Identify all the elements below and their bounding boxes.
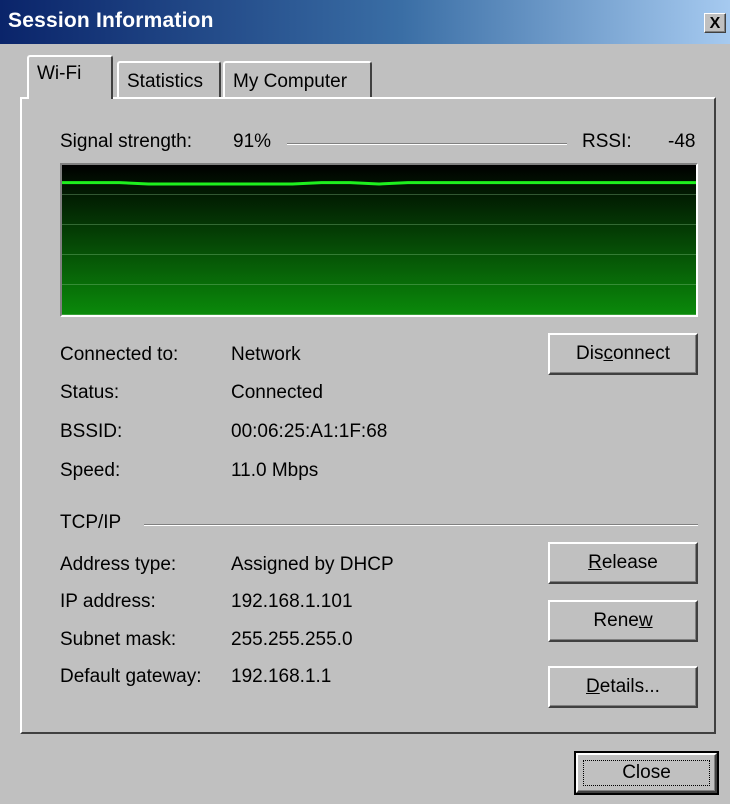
renew-button[interactable]: Renew [548,600,698,642]
subnet-mask-value: 255.255.255.0 [231,629,353,650]
ip-address-label: IP address: [60,591,156,612]
close-icon: X [709,15,721,32]
default-gateway-value: 192.168.1.1 [231,666,332,687]
bssid-value: 00:06:25:A1:1F:68 [231,421,388,442]
signal-graph [60,163,698,317]
address-type-value: Assigned by DHCP [231,554,394,575]
connected-to-value: Network [231,344,301,365]
disconnect-button-label: Disconnect [576,343,670,364]
window-close-button[interactable]: X [704,13,726,33]
title-bar: Session Information X [0,0,730,44]
ip-address-value: 192.168.1.101 [231,591,353,612]
signal-divider [287,143,567,145]
signal-strength-line [62,181,696,186]
tab-wifi-label: Wi-Fi [37,63,82,84]
signal-strength-value: 91% [233,131,272,152]
status-label: Status: [60,382,120,403]
default-gateway-label: Default gateway: [60,666,202,687]
details-button[interactable]: Details... [548,666,698,708]
tcpip-section-label: TCP/IP [60,512,122,533]
disconnect-button[interactable]: Disconnect [548,333,698,375]
close-button-label: Close [622,762,671,783]
release-button-label: Release [588,552,658,573]
speed-label: Speed: [60,460,121,481]
release-button[interactable]: Release [548,542,698,584]
tcpip-divider [144,524,698,526]
tab-wifi[interactable]: Wi-Fi [27,55,113,99]
subnet-mask-label: Subnet mask: [60,629,177,650]
details-button-label: Details... [586,676,660,697]
signal-graph-background [62,165,696,315]
rssi-value: -48 [668,131,696,152]
tab-statistics[interactable]: Statistics [117,61,221,99]
tab-statistics-label: Statistics [127,71,204,92]
bssid-label: BSSID: [60,421,123,442]
tab-my-computer-label: My Computer [233,71,348,92]
connected-to-label: Connected to: [60,344,179,365]
status-value: Connected [231,382,323,403]
address-type-label: Address type: [60,554,177,575]
renew-button-label: Renew [593,610,653,631]
speed-value: 11.0 Mbps [231,460,319,481]
signal-graph-canvas [62,165,696,315]
close-button[interactable]: Close [574,751,719,795]
window-title: Session Information [8,9,214,32]
signal-strength-label: Signal strength: [60,131,193,152]
wifi-tab-panel: Signal strength: 91% RSSI: -48 Connected… [20,97,716,734]
tab-my-computer[interactable]: My Computer [223,61,372,99]
rssi-label: RSSI: [582,131,632,152]
